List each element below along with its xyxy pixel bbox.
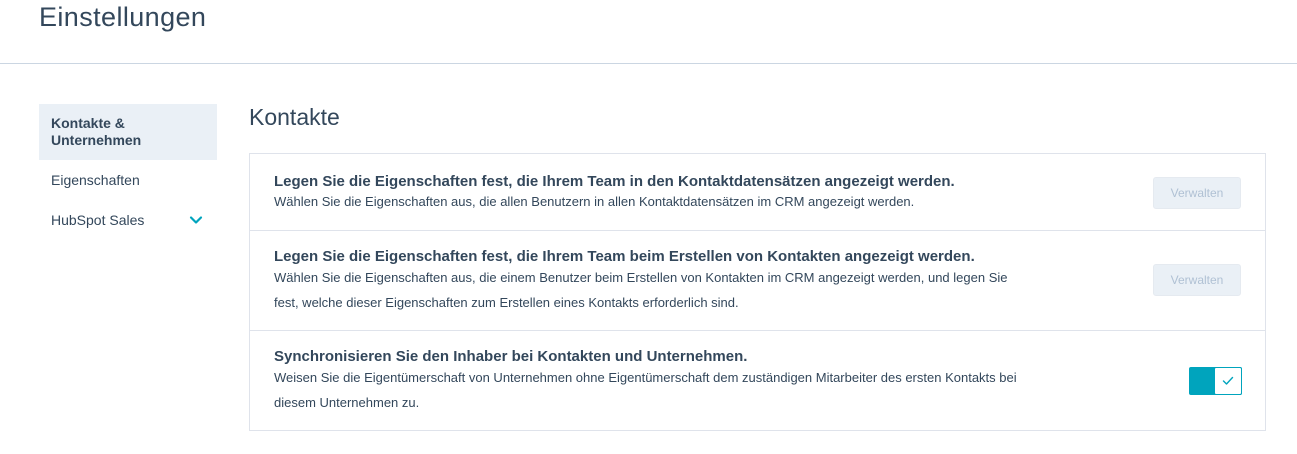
- setting-description: Wählen Sie die Eigenschaften aus, die al…: [274, 194, 915, 209]
- settings-sidebar: Kontakte & Unternehmen Eigenschaften Hub…: [39, 104, 217, 240]
- settings-card: Legen Sie die Eigenschaften fest, die Ih…: [249, 153, 1266, 431]
- sidebar-item-hubspot-sales[interactable]: HubSpot Sales: [39, 200, 217, 240]
- section-title: Kontakte: [249, 104, 340, 130]
- manage-button[interactable]: Verwalten: [1153, 264, 1241, 296]
- checkmark-icon: [1222, 376, 1234, 385]
- chevron-down-icon[interactable]: [189, 213, 203, 227]
- setting-row-record-properties: Legen Sie die Eigenschaften fest, die Ih…: [250, 154, 1265, 231]
- sidebar-item-contacts-companies[interactable]: Kontakte & Unternehmen: [39, 104, 217, 160]
- toggle-knob: [1214, 367, 1242, 395]
- sidebar-item-label: HubSpot Sales: [51, 212, 145, 228]
- page-header: Einstellungen: [0, 0, 1297, 64]
- manage-button[interactable]: Verwalten: [1153, 177, 1241, 209]
- owner-sync-toggle[interactable]: [1189, 367, 1242, 395]
- page-title: Einstellungen: [39, 2, 207, 32]
- setting-title: Legen Sie die Eigenschaften fest, die Ih…: [274, 173, 955, 190]
- setting-title: Synchronisieren Sie den Inhaber bei Kont…: [274, 348, 748, 365]
- setting-title: Legen Sie die Eigenschaften fest, die Ih…: [274, 248, 975, 265]
- setting-description: Wählen Sie die Eigenschaften aus, die ei…: [274, 270, 1008, 310]
- setting-row-create-properties: Legen Sie die Eigenschaften fest, die Ih…: [250, 231, 1265, 331]
- setting-description: Weisen Sie die Eigentümerschaft von Unte…: [274, 370, 1017, 410]
- setting-row-owner-sync: Synchronisieren Sie den Inhaber bei Kont…: [250, 331, 1265, 430]
- sidebar-item-properties[interactable]: Eigenschaften: [39, 160, 217, 200]
